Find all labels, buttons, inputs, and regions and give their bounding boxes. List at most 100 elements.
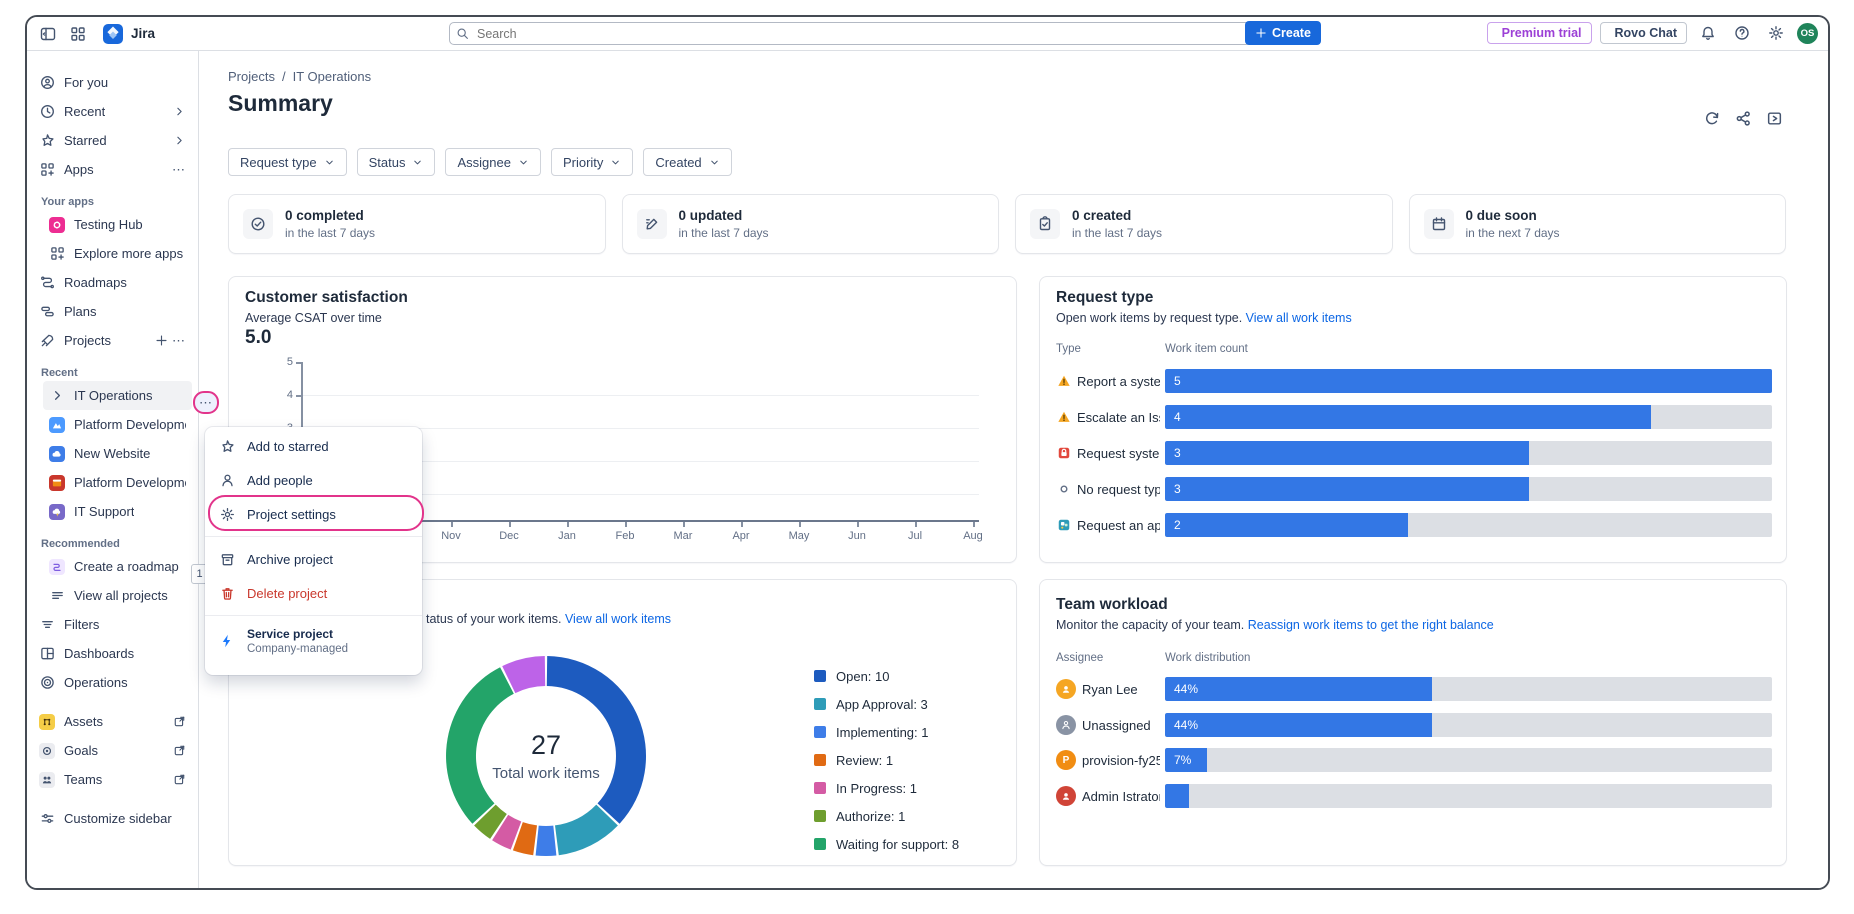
legend-item-4: In Progress: 1	[814, 774, 959, 802]
row-label-escalate-an-issue: Escalate an Issue	[1056, 405, 1160, 429]
person-icon	[219, 472, 235, 488]
browser-avatar-icon	[49, 475, 65, 491]
breadcrumb-projects[interactable]: Projects	[228, 69, 275, 84]
csat-x-tick	[451, 522, 453, 527]
sidebar-item-apps[interactable]: Apps⋯	[33, 155, 192, 184]
bar-track[interactable]	[1165, 784, 1772, 808]
sidebar-item-projects[interactable]: Projects⋯	[33, 326, 192, 355]
sidebar-item-platform-development[interactable]: Platform Development	[43, 468, 192, 497]
ellipsis-icon[interactable]: ⋯	[172, 162, 186, 178]
bar-track[interactable]: 4	[1165, 405, 1772, 429]
bar-track[interactable]: 2	[1165, 513, 1772, 537]
reassign-work-items-link[interactable]: Reassign work items to get the right bal…	[1248, 618, 1494, 632]
sidebar-item-customize-sidebar[interactable]: Customize sidebar	[33, 804, 192, 833]
menu-divider	[205, 536, 422, 537]
filter-label: Assignee	[457, 155, 510, 170]
sidebar-item-testing-hub[interactable]: Testing Hub	[43, 210, 192, 239]
app-switcher-icon[interactable]	[65, 21, 91, 47]
user-avatar[interactable]: OS	[1797, 23, 1818, 44]
csat-month-label: Feb	[608, 530, 642, 542]
menu-item-label: Archive project	[247, 552, 333, 567]
bar-track[interactable]: 7%	[1165, 748, 1772, 772]
filter-request-type[interactable]: Request type	[228, 148, 347, 176]
bar-track[interactable]: 44%	[1165, 677, 1772, 701]
filter-priority[interactable]: Priority	[551, 148, 633, 176]
chevron-down-icon	[610, 157, 621, 168]
menu-item-add-to-starred[interactable]: Add to starred	[205, 429, 422, 463]
legend-item-6: Waiting for support: 8	[814, 830, 959, 858]
chevron-right-icon[interactable]	[173, 134, 186, 147]
sidebar-item-create-a-roadmap[interactable]: Create a roadmap	[43, 552, 192, 581]
menu-item-add-people[interactable]: Add people	[205, 463, 422, 497]
external-link-icon[interactable]	[173, 773, 186, 786]
external-link-icon[interactable]	[173, 715, 186, 728]
global-search[interactable]	[449, 22, 1251, 45]
help-icon[interactable]	[1729, 20, 1755, 46]
sidebar-item-goals[interactable]: Goals	[33, 736, 192, 765]
create-button[interactable]: Create	[1245, 21, 1321, 45]
search-input[interactable]	[475, 26, 1244, 42]
filter-status[interactable]: Status	[357, 148, 436, 176]
sidebar-item-plans[interactable]: Plans	[33, 297, 192, 326]
view-all-work-items-link[interactable]: View all work items	[1246, 311, 1352, 325]
menu-item-delete-project[interactable]: Delete project	[205, 576, 422, 610]
legend-label: Implementing: 1	[836, 725, 929, 740]
sidebar-item-trailing	[173, 134, 186, 147]
premium-trial-button[interactable]: Premium trial	[1487, 22, 1592, 44]
menu-item-project-settings[interactable]: Project settings	[205, 497, 422, 531]
sidebar-item-explore-more-apps[interactable]: Explore more apps	[43, 239, 192, 268]
sidebar-item-assets[interactable]: Assets	[33, 707, 192, 736]
person-circle-icon	[39, 75, 55, 91]
plus-icon[interactable]	[155, 334, 168, 347]
menu-item-archive-project[interactable]: Archive project	[205, 542, 422, 576]
sidebar-item-it-support[interactable]: IT Support	[43, 497, 192, 526]
sidebar-item-teams[interactable]: Teams	[33, 765, 192, 794]
external-link-icon[interactable]	[173, 744, 186, 757]
legend-label: App Approval: 3	[836, 697, 928, 712]
bar-track[interactable]: 3	[1165, 441, 1772, 465]
jira-logo-text[interactable]: Jira	[131, 26, 155, 41]
sidebar-item-new-website[interactable]: New Website	[43, 439, 192, 468]
donut-slice-waiting-for-support[interactable]	[446, 667, 514, 824]
feedback-icon[interactable]	[1766, 110, 1784, 128]
donut-slice-implementing[interactable]	[536, 826, 557, 856]
chevron-right-icon[interactable]	[173, 105, 186, 118]
sidebar-item-operations[interactable]: Operations	[33, 668, 192, 697]
it-operations-more-button[interactable]: ⋯	[193, 391, 219, 414]
share-icon[interactable]	[1735, 110, 1753, 128]
sidebar-item-starred[interactable]: Starred	[33, 126, 192, 155]
bar-track[interactable]: 5	[1165, 369, 1772, 393]
sidebar-item-roadmaps[interactable]: Roadmaps	[33, 268, 192, 297]
stat-card-0-completed: 0 completedin the last 7 days	[228, 194, 606, 254]
filter-assignee[interactable]: Assignee	[445, 148, 540, 176]
app-teal-icon	[1056, 518, 1071, 533]
sidebar-item-filters[interactable]: Filters	[33, 610, 192, 639]
stat-text: 0 updatedin the last 7 days	[679, 208, 769, 240]
menu-footer-title: Service project	[247, 627, 348, 641]
sidebar-gap	[27, 697, 198, 707]
menu-item-service-project[interactable]: Service projectCompany-managed	[205, 621, 422, 661]
sidebar-item-dashboards[interactable]: Dashboards	[33, 639, 192, 668]
legend-swatch	[814, 782, 826, 794]
jira-logo-icon[interactable]	[103, 24, 123, 44]
sidebar-item-label: Starred	[64, 133, 107, 148]
notifications-bell-icon[interactable]	[1695, 20, 1721, 46]
sidebar-item-it-operations[interactable]: IT Operations	[43, 381, 192, 410]
refresh-icon[interactable]	[1704, 110, 1722, 128]
breadcrumb-it-operations[interactable]: IT Operations	[293, 69, 372, 84]
filter-created[interactable]: Created	[643, 148, 731, 176]
sidebar-item-view-all-projects[interactable]: View all projects	[43, 581, 192, 610]
collapse-sidebar-icon[interactable]	[35, 21, 61, 47]
rovo-chat-button[interactable]: Rovo Chat	[1600, 22, 1688, 44]
donut-slice-open[interactable]	[547, 656, 646, 824]
ellipsis-icon[interactable]: ⋯	[172, 333, 186, 349]
sidebar-item-for-you[interactable]: For you	[33, 68, 192, 97]
legend-item-5: Authorize: 1	[814, 802, 959, 830]
bar-track[interactable]: 44%	[1165, 713, 1772, 737]
breadcrumb: Projects / IT Operations	[228, 66, 1786, 86]
sidebar-item-recent[interactable]: Recent	[33, 97, 192, 126]
sidebar-item-platform-development[interactable]: Platform Development	[43, 410, 192, 439]
bar-track[interactable]: 3	[1165, 477, 1772, 501]
view-all-work-items-link-2[interactable]: View all work items	[565, 612, 671, 626]
settings-gear-icon[interactable]	[1763, 20, 1789, 46]
